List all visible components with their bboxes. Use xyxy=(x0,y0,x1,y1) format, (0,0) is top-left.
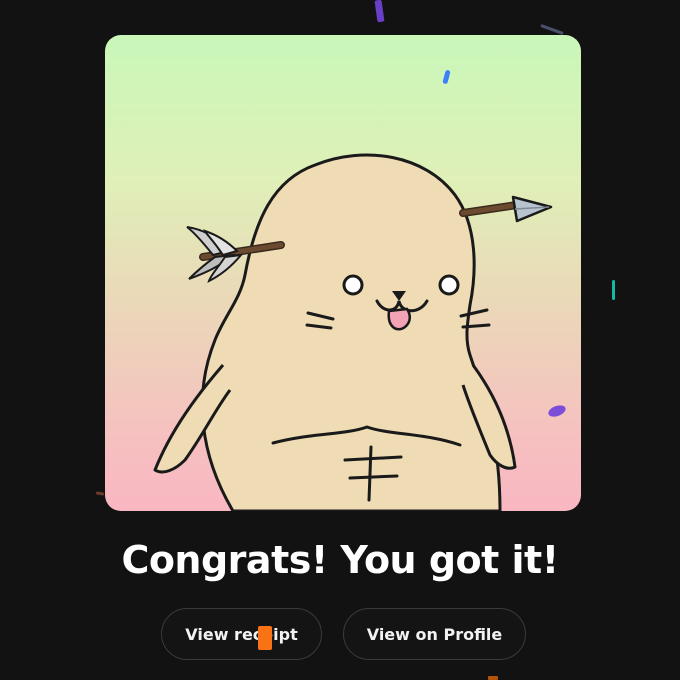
confetti-piece xyxy=(258,626,272,650)
confetti-piece xyxy=(612,280,615,300)
view-on-profile-button[interactable]: View on Profile xyxy=(343,608,526,660)
congrats-headline: Congrats! You got it! xyxy=(121,538,559,582)
view-receipt-button[interactable]: View receipt xyxy=(161,608,322,660)
seal-with-arrow-illustration xyxy=(153,153,553,511)
confetti-piece xyxy=(488,676,498,680)
nft-artwork-card xyxy=(105,35,581,511)
confetti-piece xyxy=(95,491,105,496)
confetti-piece xyxy=(540,23,564,36)
confetti-piece xyxy=(374,0,385,23)
